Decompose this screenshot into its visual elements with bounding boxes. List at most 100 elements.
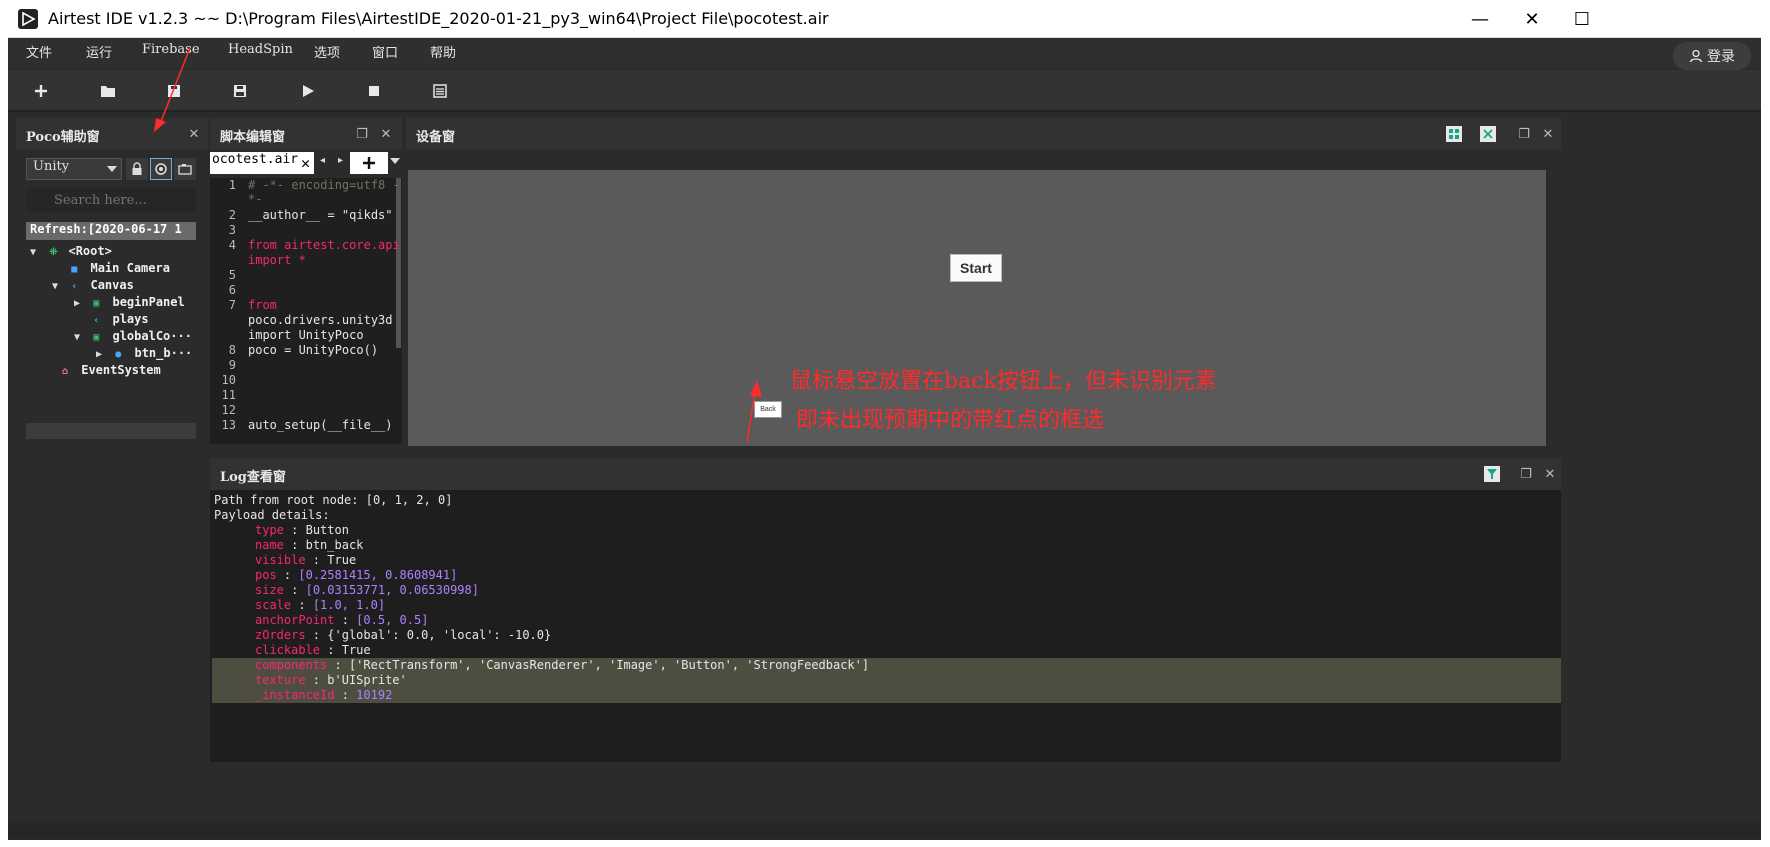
tree-toggle[interactable]: ▼ [30,247,42,258]
log-entry: size : [0.03153771, 0.06530998] [255,583,479,597]
close-window-button[interactable]: ✕ [1504,0,1560,38]
run-button[interactable] [295,78,321,104]
log-panel-title: Log查看窗 [220,470,286,485]
chevron-down-icon[interactable] [390,158,400,164]
poco-search-input[interactable] [26,188,196,212]
tree-item-plays[interactable]: ‹ plays [74,312,148,329]
line-number: 13 [221,418,236,432]
menu-run[interactable]: 运行 [86,42,112,61]
tree-item-beginpanel[interactable]: ▶ ▣ beginPanel [74,295,185,312]
tree-toggle[interactable]: ▶ [74,298,86,309]
code-line: auto_setup(__file__) [248,418,393,432]
folder-icon [101,86,115,97]
camera-icon [178,164,192,175]
tree-item-btn-back[interactable]: ▶ ● btn_b··· [96,346,192,363]
poco-panel-header: Poco辅助窗 ✕ [16,118,208,150]
menu-file[interactable]: 文件 [26,42,52,61]
menu-headspin[interactable]: HeadSpin [228,42,293,57]
log-entry: clickable : True [255,643,371,657]
poco-panel-title: Poco辅助窗 [26,130,100,145]
tree-item-label: <Root> [68,244,112,258]
tree-selection-highlight [26,423,196,439]
log-value: [0.5, 0.5] [356,613,429,627]
refresh-tree-button[interactable] [150,158,172,180]
save-as-button[interactable] [227,78,253,104]
float-window-icon[interactable]: ❐ [354,126,370,142]
login-button[interactable]: 登录 [1673,42,1751,70]
chevron-left-icon[interactable]: ◂ [320,155,325,166]
filter-icon[interactable] [1484,466,1500,482]
menu-help[interactable]: 帮助 [430,42,456,61]
stop-button[interactable] [361,78,387,104]
image-node-icon: ▣ [93,332,100,343]
lock-button[interactable] [126,158,148,180]
line-number: 8 [228,343,236,357]
tree-item-label: Canvas [90,278,134,292]
poco-mode-value: Unity [33,159,70,174]
log-panel: Log查看窗 ❐ ✕ Path from root node: [0, 1, 2… [210,458,1561,840]
log-value: b'UISprite' [327,673,407,687]
code-line: from airtest.core.api [248,238,400,252]
log-value: btn_back [305,538,364,552]
view-log-button[interactable] [427,78,453,104]
log-key: clickable [255,643,321,657]
code-area[interactable]: 1 # -*- encoding=utf8 - *- 2 __author__ … [210,178,402,444]
tools-icon[interactable] [1480,126,1496,142]
log-key: texture [255,673,306,687]
tree-toggle[interactable]: ▼ [74,332,86,343]
tree-item-label: Main Camera [90,261,170,275]
device-panel-title: 设备窗 [416,130,456,145]
chevron-right-icon[interactable]: ▸ [338,155,343,166]
tree-toggle[interactable]: ▼ [52,281,64,292]
open-file-button[interactable] [95,78,121,104]
tab-pocotest[interactable]: ocotest.air ✕ [210,152,314,174]
log-entry: zOrders : {'global': 0.0, 'local': -10.0… [255,628,552,642]
new-tab-button[interactable] [350,152,388,174]
log-entry: type : Button [255,523,349,537]
game-back-button[interactable]: Back [754,401,782,418]
minimize-button[interactable]: — [1452,0,1508,38]
node-icon: ‹ [93,315,100,326]
log-value: 10192 [356,688,393,702]
menu-options[interactable]: 选项 [314,42,340,61]
save-icon [168,85,180,97]
close-icon[interactable]: ✕ [378,126,394,142]
float-window-icon[interactable]: ❐ [1516,126,1532,142]
log-key: _instanceId [255,688,335,702]
menu-window[interactable]: 窗口 [372,42,398,61]
log-key: pos [255,568,277,582]
close-icon[interactable]: ✕ [186,126,202,142]
tree-item-eventsystem[interactable]: ⌂ EventSystem [62,363,161,380]
log-key: type [255,523,284,537]
maximize-button[interactable]: ☐ [1554,0,1610,38]
hierarchy-icon: ⁜ [49,247,58,258]
code-line: *- [248,192,263,206]
close-tab-icon[interactable]: ✕ [301,154,310,172]
editor-scrollbar[interactable] [396,178,401,348]
tree-item-globalco[interactable]: ▼ ▣ globalCo··· [74,329,192,346]
airtest-logo-icon [18,9,38,29]
refresh-status: Refresh:[2020-06-17 1 [26,222,196,240]
game-start-button[interactable]: Start [950,254,1002,282]
menu-firebase[interactable]: Firebase [142,42,200,57]
poco-mode-select[interactable]: Unity [26,158,122,180]
save-button[interactable] [161,78,187,104]
close-icon[interactable]: ✕ [1540,126,1556,142]
tree-item-canvas[interactable]: ▼ ‹ Canvas [52,278,134,295]
close-icon[interactable]: ✕ [1542,466,1558,482]
grid-view-icon[interactable] [1446,126,1462,142]
log-output[interactable]: Path from root node: [0, 1, 2, 0] Payloa… [210,490,1561,762]
log-entry: components : ['RectTransform', 'CanvasRe… [255,658,870,672]
log-entry: scale : [1.0, 1.0] [255,598,386,612]
tree-toggle[interactable]: ▶ [96,349,108,360]
tree-item-main-camera[interactable]: ■ Main Camera [52,261,170,278]
screenshot-button[interactable] [174,158,196,180]
log-key: name [255,538,284,552]
log-value: [0.2581415, 0.8608941] [298,568,458,582]
log-key: components [255,658,328,672]
annotation-line: 鼠标悬空放置在back按钮上，但未识别元素 [790,369,1217,394]
code-line: __author__ = "qikds" [248,208,393,222]
float-window-icon[interactable]: ❐ [1518,466,1534,482]
tree-item-root[interactable]: ▼ ⁜ <Root> [30,244,112,261]
new-file-button[interactable] [28,78,54,104]
